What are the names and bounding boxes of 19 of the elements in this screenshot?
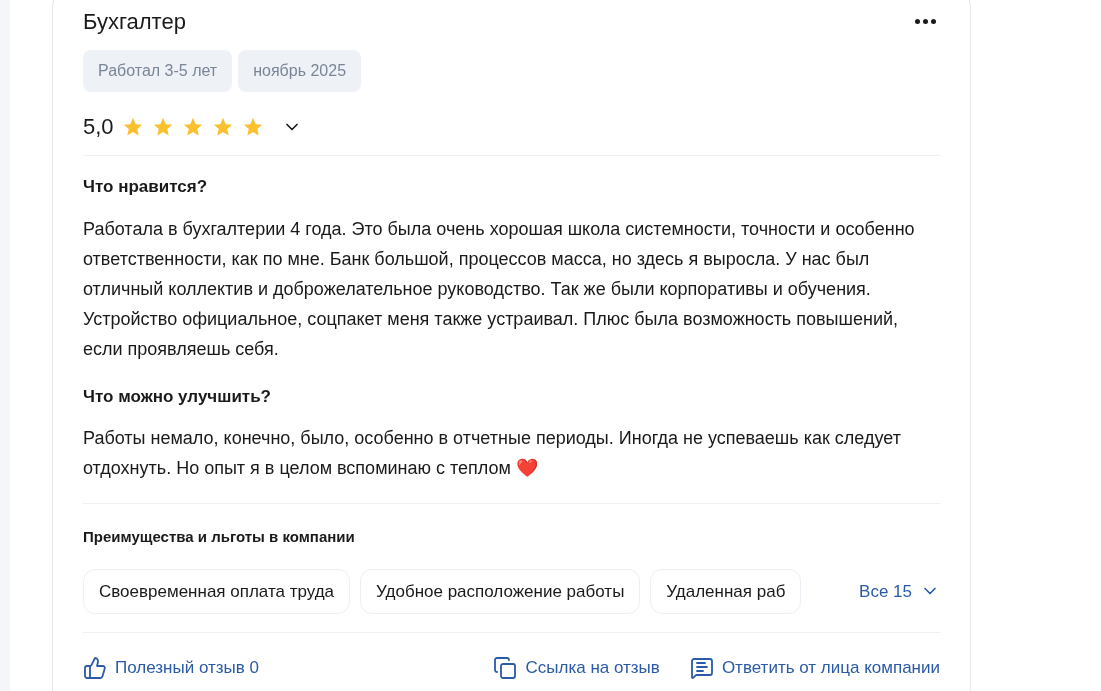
review-text: Работы немало, конечно, было, особенно в отчетные периоды. Иногда не успеваешь как следует отдохнуть. Но опыт я в целом вспоминаю с теплом ❤ [83,427,902,480]
review-text: Работала в бухгалтерии 4 года. Это была очень хорошая школа системности, точности и особенно ответственности, как по мне. Банк большой, процессов масса, но здесь я выросла. У нас был отличный коллектив и доброжелательное руководство. Так же были корпоративы и обучения. Устройство официальное, соцпакет меня также устраивал. Плюс была возможность повышений, если проявляешь себя. [83,217,916,361]
action-link[interactable]: Ссылка на отзыв [493,655,660,681]
benefits-heading: Преимущества и льготы в компании [83,527,356,547]
copy-icon [493,655,518,680]
tag: ноябрь 2025 [238,50,362,92]
message-icon [689,655,714,680]
section-heading: Что нравится? [83,176,209,198]
rating-value: 5,0 [83,113,114,141]
tag: Работал 3-5 лет [83,50,233,92]
action-link[interactable]: Полезный отзыв 0 [83,655,259,681]
benefit-chip: Удаленная раб [650,568,802,614]
thumbs-up-icon [83,655,107,680]
review-title: Бухгалтер [83,8,186,36]
section-heading: Что можно улучшить? [83,385,272,408]
benefit-chip: Удобное расположение работы [360,568,641,614]
benefit-chip: Своевременная оплата труда [83,568,351,614]
show-all-button[interactable]: Все 15 [859,578,940,604]
action-link[interactable]: Ответить от лица компании [689,655,940,681]
